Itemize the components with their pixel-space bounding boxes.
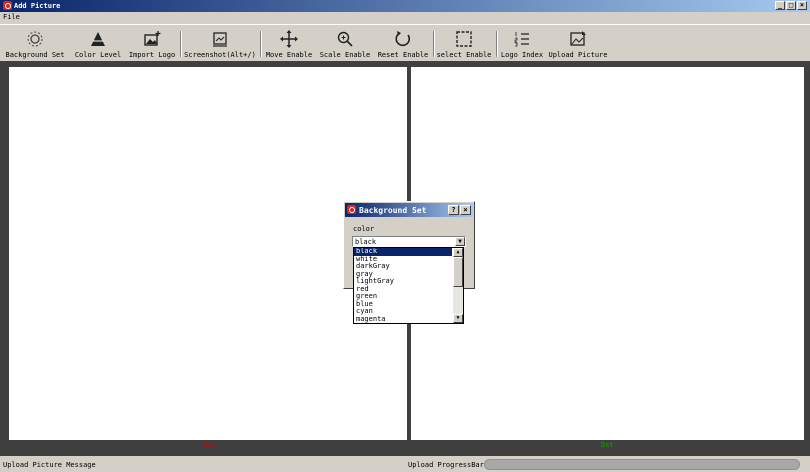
zoom-icon [337,31,353,47]
minimize-button[interactable]: _ [775,1,785,10]
color-label: color [353,225,375,233]
color-level-button[interactable]: Color Level [74,25,122,62]
upload-progress-bar [484,459,800,470]
logo-index-button[interactable]: Logo Index [500,25,544,62]
color-options: black white darkGray gray lightGray red green b… [354,248,463,323]
toolbar-separator [496,31,498,57]
close-button[interactable]: × [797,1,807,10]
screenshot-icon [213,32,227,47]
gear-icon [27,31,43,47]
upload-message: Upload Picture Message [3,461,96,469]
window-titlebar[interactable]: Add Picture _ □ × [0,0,810,12]
window-title: Add Picture [14,2,61,10]
scale-enable-button[interactable]: Scale Enable [318,25,372,62]
logo-index-label: Logo Index [500,51,544,59]
import-logo-button[interactable]: Import Logo [128,25,176,62]
reset-enable-label: Reset Enable [377,51,429,59]
list-scrollbar[interactable]: ▲ ▼ [453,248,463,323]
toolbar-separator [260,31,262,57]
toolbar-separator [433,31,435,57]
destination-label: Dst [601,441,614,449]
color-level-label: Color Level [74,51,122,59]
scroll-thumb[interactable] [453,257,463,287]
screenshot-button[interactable]: Screenshot(Alt+/) [184,25,256,62]
triangle-icon [91,32,105,46]
reset-enable-button[interactable]: Reset Enable [376,25,430,62]
maximize-button[interactable]: □ [786,1,796,10]
dialog-close-button[interactable]: × [460,205,471,215]
upload-progress-label: Upload ProgressBar: [408,461,489,469]
list-numbered-icon [514,32,529,47]
app-icon [3,1,12,10]
scroll-up-icon[interactable]: ▲ [453,248,463,257]
help-button[interactable]: ? [448,205,459,215]
chevron-down-icon[interactable]: ▼ [455,237,465,246]
image-add-icon [144,31,161,46]
import-logo-label: Import Logo [128,51,176,59]
app-icon [347,205,356,214]
background-set-label: Background Set [5,51,65,59]
statusbar: Upload Picture Message Upload ProgressBa… [0,456,810,472]
color-select-value: black [355,238,377,246]
color-option[interactable]: magenta [354,315,452,324]
screenshot-label: Screenshot(Alt+/) [184,51,256,59]
upload-picture-button[interactable]: Upload Picture [548,25,608,62]
color-dropdown-list[interactable]: black white darkGray gray lightGray red green b… [353,247,464,324]
scale-enable-label: Scale Enable [319,51,371,59]
move-icon [280,30,298,48]
move-enable-button[interactable]: Move Enable [264,25,314,62]
menu-file[interactable]: File [3,13,20,21]
upload-picture-icon [570,31,586,46]
background-set-button[interactable]: Background Set [2,25,68,62]
window-controls: _ □ × [775,1,807,10]
toolbar: Background Set Color Level Import Logo S… [0,24,810,62]
color-option[interactable]: lightGray [354,277,452,286]
select-enable-label: select Enable [436,51,492,59]
reset-icon [395,31,411,47]
dialog-titlebar[interactable]: Background Set ? × [345,203,473,217]
scroll-down-icon[interactable]: ▼ [453,314,463,323]
menubar: File [0,12,810,22]
select-icon [456,31,472,47]
dialog-controls: ? × [448,205,471,215]
toolbar-separator [180,31,182,57]
dialog-title: Background Set [359,206,427,215]
select-enable-button[interactable]: select Enable [436,25,492,62]
color-select[interactable]: black ▼ [352,236,466,247]
move-enable-label: Move Enable [265,51,313,59]
source-label: Src [203,441,216,449]
upload-picture-label: Upload Picture [548,51,608,59]
